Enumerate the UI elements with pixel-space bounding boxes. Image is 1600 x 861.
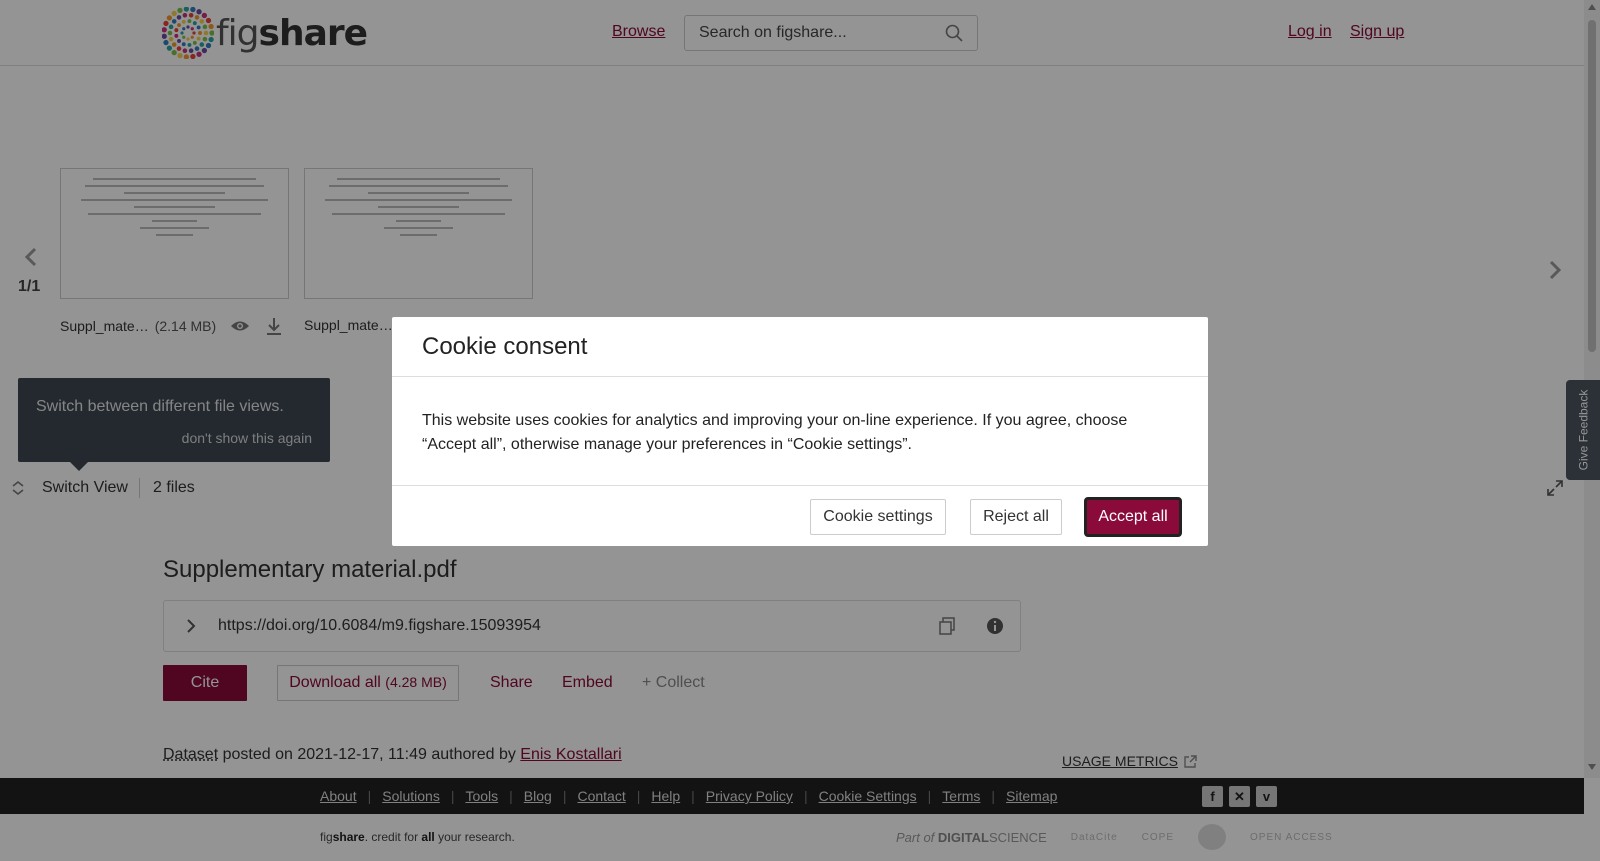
- cookie-settings-button[interactable]: Cookie settings: [810, 499, 946, 535]
- reject-all-button[interactable]: Reject all: [970, 499, 1062, 535]
- dialog-body: This website uses cookies for analytics …: [422, 412, 1128, 453]
- dialog-title: Cookie consent: [422, 333, 588, 360]
- cookie-consent-dialog: Cookie consent This website uses cookies…: [392, 317, 1208, 546]
- dialog-header: Cookie consent: [392, 317, 1208, 377]
- dialog-footer: Cookie settings Reject all Accept all: [392, 485, 1208, 546]
- accept-all-button[interactable]: Accept all: [1084, 497, 1182, 537]
